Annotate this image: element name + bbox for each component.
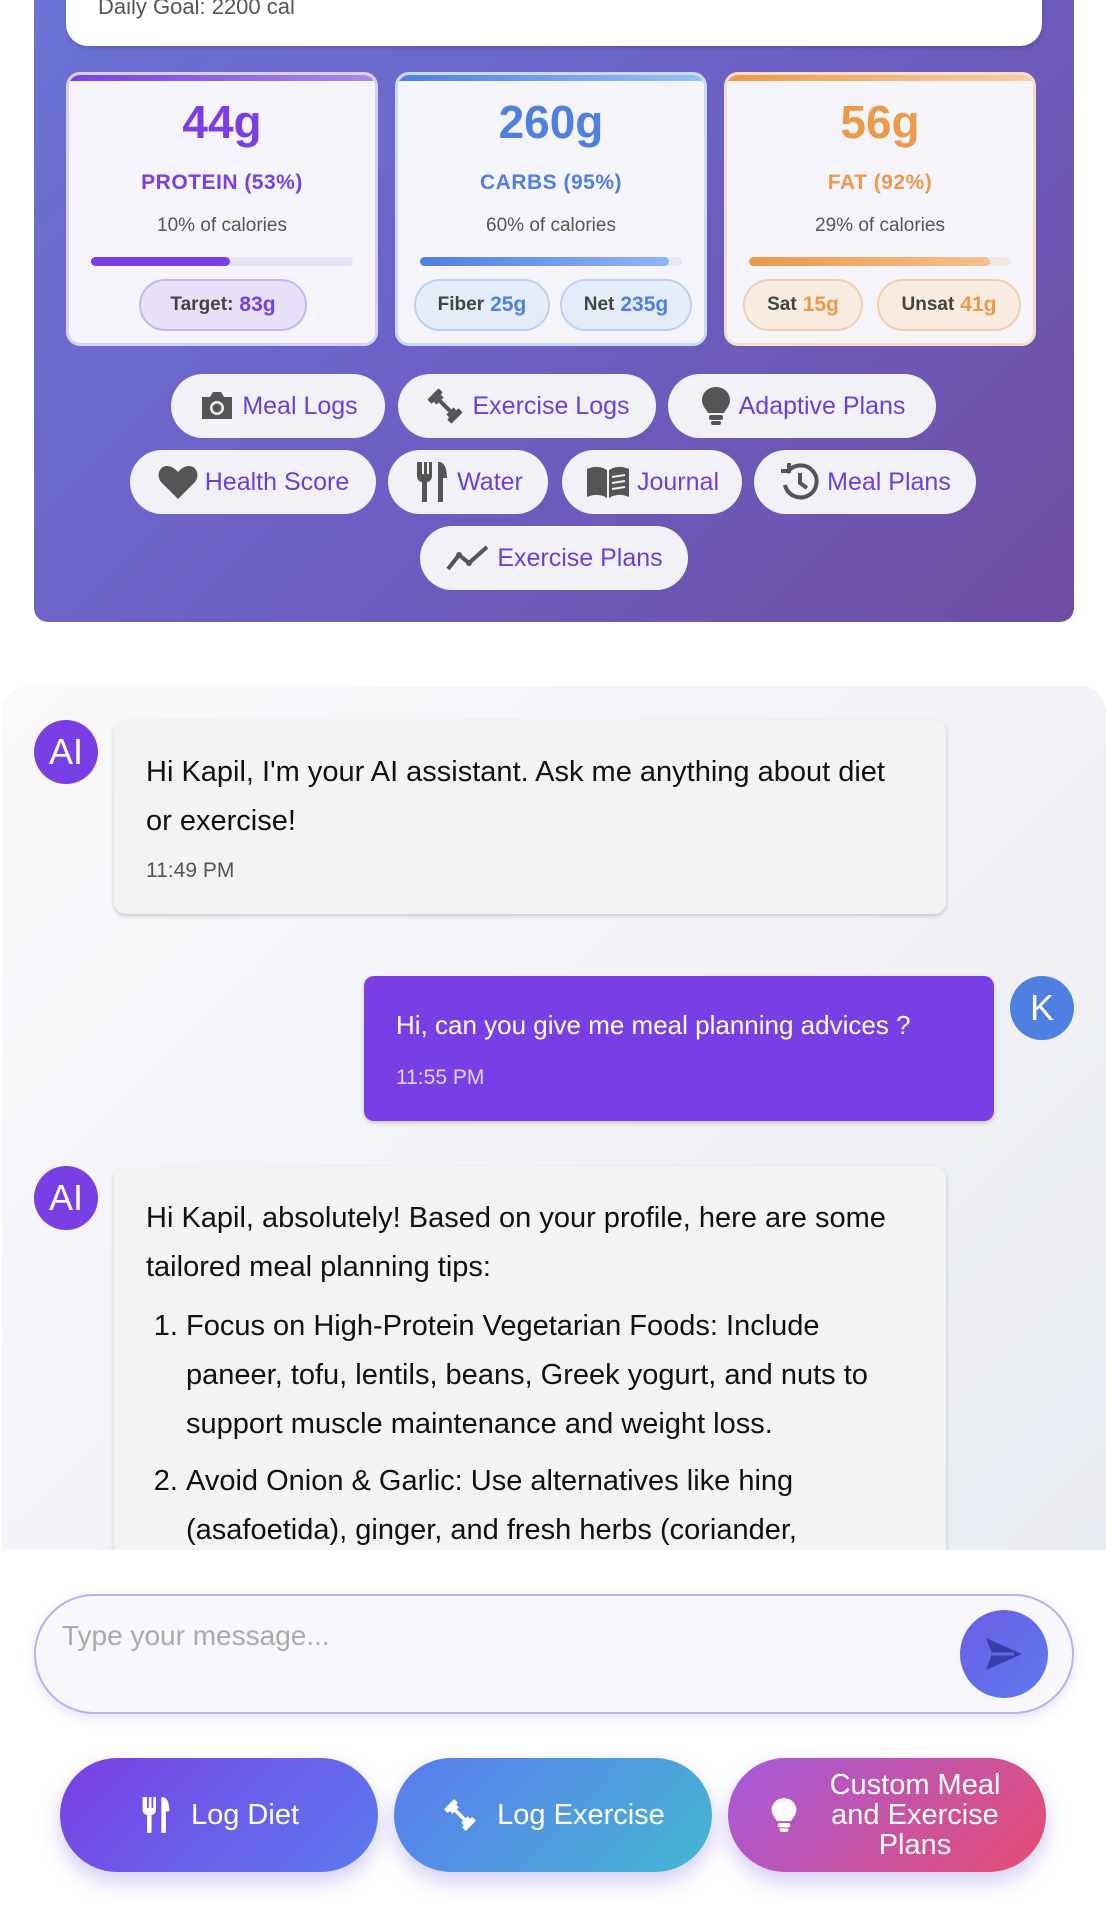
log-diet-label: Log Diet — [190, 1798, 299, 1831]
net-carbs-label: Net — [583, 294, 615, 315]
water-button[interactable]: Water — [388, 450, 548, 514]
exercise-plans-label: Exercise Plans — [497, 543, 663, 572]
user-avatar: K — [1010, 976, 1074, 1040]
protein-label: PROTEIN (53%) — [141, 171, 303, 194]
composer-area: Type your message... Log Diet Log Exerci… — [0, 1550, 1106, 1922]
log-exercise-label: Log Exercise — [497, 1798, 665, 1831]
open-book-icon — [587, 466, 629, 498]
adaptive-plans-button[interactable]: Adaptive Plans — [668, 374, 936, 438]
protein-card-topbar — [69, 75, 375, 81]
list-item: Avoid Onion & Garlic: Use alternatives l… — [186, 1457, 914, 1555]
fat-label: FAT (92%) — [827, 171, 933, 194]
ai-message-bubble: Hi Kapil, absolutely! Based on your prof… — [114, 1166, 946, 1556]
message-time: 11:49 PM — [146, 859, 235, 882]
carbs-label: CARBS (95%) — [479, 171, 623, 194]
fat-calorie-share: 29% of calories — [815, 215, 945, 236]
sat-fat-label: Sat — [767, 294, 797, 315]
daily-goal-text: Daily Goal: 2200 cal — [98, 0, 295, 19]
lightbulb-icon — [701, 387, 730, 425]
fiber-label: Fiber — [437, 294, 485, 315]
journal-label: Journal — [637, 467, 719, 496]
fork-knife-icon — [417, 462, 448, 502]
water-label: Water — [457, 467, 523, 496]
custom-plans-label: Custom Meal and Exercise Plans — [829, 1769, 1001, 1861]
carbs-card-topbar — [398, 75, 704, 81]
protein-target-pill: Target: 83g — [139, 279, 307, 331]
carbs-progress-fill — [420, 257, 669, 266]
message-text: Hi Kapil, absolutely! Based on your prof… — [146, 1202, 886, 1283]
message-time: 11:55 PM — [396, 1066, 485, 1089]
fat-card: 56g FAT (92%) 29% of calories Sat 15g Un… — [724, 72, 1036, 346]
message-text: Hi, can you give me meal planning advice… — [396, 1010, 911, 1040]
tips-list: Focus on High-Protein Vegetarian Foods: … — [146, 1302, 914, 1555]
daily-goal-card: Daily Goal: 2200 cal — [66, 0, 1042, 46]
user-message-bubble: Hi, can you give me meal planning advice… — [364, 976, 994, 1121]
meal-logs-button[interactable]: Meal Logs — [171, 374, 385, 438]
send-icon — [986, 1638, 1022, 1670]
dumbbell-icon — [444, 1799, 476, 1831]
health-score-button[interactable]: Health Score — [130, 450, 376, 514]
net-carbs-value: 235g — [620, 293, 669, 316]
unsat-fat-pill: Unsat 41g — [877, 279, 1021, 331]
protein-target-value: 83g — [239, 293, 276, 316]
sat-fat-pill: Sat 15g — [743, 279, 863, 331]
history-icon — [781, 463, 819, 500]
net-carbs-pill: Net 235g — [560, 279, 692, 331]
fat-card-topbar — [727, 75, 1033, 81]
fiber-pill: Fiber 25g — [414, 279, 550, 331]
health-score-label: Health Score — [204, 467, 350, 496]
unsat-fat-value: 41g — [960, 293, 997, 316]
camera-icon — [202, 392, 233, 419]
meal-logs-label: Meal Logs — [242, 391, 358, 420]
trend-line-icon — [446, 545, 489, 571]
lightbulb-icon — [771, 1798, 797, 1832]
custom-plans-button[interactable]: Custom Meal and Exercise Plans — [728, 1758, 1046, 1872]
protein-value: 44g — [182, 96, 262, 148]
log-diet-button[interactable]: Log Diet — [60, 1758, 378, 1872]
ai-message-bubble: Hi Kapil, I'm your AI assistant. Ask me … — [114, 720, 946, 914]
list-item: Focus on High-Protein Vegetarian Foods: … — [186, 1302, 914, 1449]
protein-progress-fill — [91, 257, 230, 266]
meal-plans-label: Meal Plans — [827, 467, 951, 496]
chat-panel[interactable]: AI Hi Kapil, I'm your AI assistant. Ask … — [2, 686, 1106, 1556]
journal-button[interactable]: Journal — [562, 450, 742, 514]
exercise-plans-button[interactable]: Exercise Plans — [420, 526, 688, 590]
meal-plans-button[interactable]: Meal Plans — [754, 450, 976, 514]
exercise-logs-label: Exercise Logs — [472, 391, 630, 420]
protein-calorie-share: 10% of calories — [157, 215, 287, 236]
ai-avatar: AI — [34, 1166, 98, 1230]
heart-icon — [158, 466, 198, 499]
exercise-logs-button[interactable]: Exercise Logs — [398, 374, 656, 438]
carbs-progress-bar — [420, 257, 682, 266]
fork-knife-icon — [142, 1797, 170, 1833]
carbs-calorie-share: 60% of calories — [486, 215, 616, 236]
ai-avatar: AI — [34, 720, 98, 784]
sat-fat-value: 15g — [802, 293, 839, 316]
protein-card: 44g PROTEIN (53%) 10% of calories Target… — [66, 72, 378, 346]
message-input-placeholder: Type your message... — [62, 1620, 330, 1651]
unsat-fat-label: Unsat — [901, 294, 955, 315]
fat-progress-bar — [749, 257, 1011, 266]
fat-value: 56g — [840, 96, 920, 148]
carbs-card: 260g CARBS (95%) 60% of calories Fiber 2… — [395, 72, 707, 346]
adaptive-plans-label: Adaptive Plans — [738, 391, 906, 420]
protein-target-label: Target: — [170, 294, 234, 315]
carbs-value: 260g — [498, 96, 604, 148]
fat-progress-fill — [749, 257, 991, 266]
dumbbell-icon — [428, 388, 463, 424]
protein-progress-bar — [91, 257, 353, 266]
send-button[interactable] — [960, 1610, 1048, 1698]
message-input[interactable]: Type your message... — [34, 1594, 1074, 1714]
log-exercise-button[interactable]: Log Exercise — [394, 1758, 712, 1872]
message-text: Hi Kapil, I'm your AI assistant. Ask me … — [146, 756, 885, 837]
fiber-value: 25g — [490, 293, 527, 316]
